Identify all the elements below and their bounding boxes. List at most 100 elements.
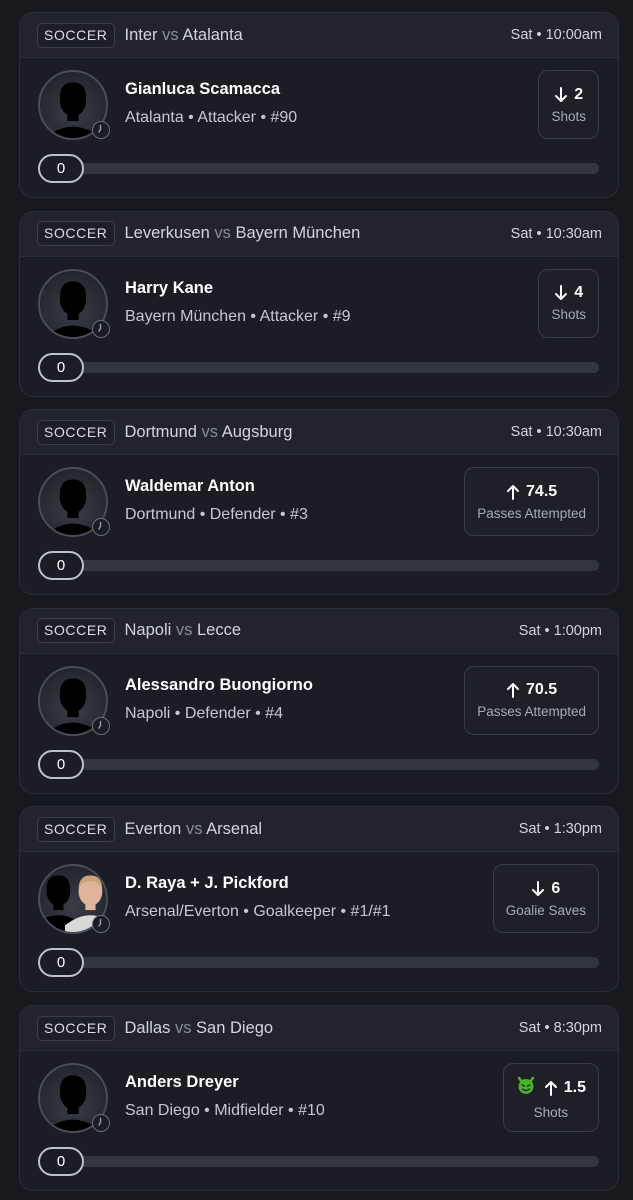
stat-type: Shots [533, 1105, 569, 1120]
progress-value: 0 [38, 154, 84, 183]
stat-line: 74.5 [506, 483, 557, 501]
arrow-up-icon [507, 484, 520, 500]
vs-label: vs [185, 819, 203, 838]
stat-value: 6 [551, 879, 561, 897]
stat-value: 2 [574, 85, 584, 103]
pick-card[interactable]: SOCCER Dallas vs San Diego Sat • 8:30pm … [19, 1005, 619, 1191]
matchup: Leverkusen vs Bayern München [125, 224, 361, 243]
progress-track [78, 361, 599, 373]
home-team: Napoli [124, 621, 172, 640]
matchup: Dortmund vs Augsburg [125, 423, 293, 442]
card-header: SOCCER Dallas vs San Diego Sat • 8:30pm [20, 1006, 618, 1051]
stat-type: Goalie Saves [505, 902, 586, 918]
home-team: Leverkusen [124, 224, 210, 243]
away-team: Lecce [196, 621, 241, 640]
home-team: Everton [124, 819, 182, 838]
stat-line-box[interactable]: 2 Shots [538, 70, 599, 139]
matchup: Inter vs Atalanta [125, 26, 243, 45]
matchup: Napoli vs Lecce [125, 621, 242, 640]
card-header: SOCCER Napoli vs Lecce Sat • 1:00pm [20, 608, 618, 654]
pick-card[interactable]: SOCCER Inter vs Atalanta Sat • 10:00am G… [19, 12, 619, 198]
clock-icon [92, 319, 110, 338]
stat-line-box[interactable]: 6 Goalie Saves [492, 864, 599, 934]
player-meta: Bayern München • Attacker • #9 [125, 307, 351, 325]
progress-track [78, 957, 599, 969]
vs-label: vs [175, 621, 193, 640]
home-team: Dallas [124, 1018, 171, 1037]
player-name: D. Raya + J. Pickford [125, 874, 289, 893]
player-meta: Dortmund • Defender • #3 [125, 506, 308, 524]
progress-value: 0 [38, 948, 84, 978]
progress-row: 0 [38, 948, 599, 978]
progress-row: 0 [38, 352, 599, 383]
pick-card[interactable]: SOCCER Leverkusen vs Bayern München Sat … [19, 210, 619, 397]
arrow-up-icon [507, 683, 520, 699]
stat-line-box[interactable]: 74.5 Passes Attempted [464, 467, 599, 537]
stat-line-box[interactable]: 4 Shots [538, 268, 599, 338]
game-time: Sat • 1:00pm [518, 622, 602, 639]
card-body: Waldemar Anton Dortmund • Defender • #3 … [20, 455, 618, 594]
stat-line: 1.5 [516, 1075, 586, 1100]
card-body: Harry Kane Bayern München • Attacker • #… [20, 257, 618, 396]
player-meta: Arsenal/Everton • Goalkeeper • #1/#1 [125, 903, 391, 921]
progress-value: 0 [38, 749, 84, 779]
clock-icon [92, 716, 110, 735]
progress-value: 0 [38, 551, 84, 581]
stat-line-box[interactable]: 70.5 Passes Attempted [464, 665, 599, 735]
progress-value: 0 [38, 1147, 84, 1176]
sport-badge: SOCCER [37, 1015, 115, 1041]
stat-value: 70.5 [526, 681, 558, 699]
devil-icon [517, 1076, 534, 1094]
arrow-up-icon [544, 1080, 557, 1096]
clock-icon [92, 518, 110, 537]
clock-icon [92, 915, 110, 934]
away-team: Augsburg [221, 422, 293, 441]
stat-type: Shots [551, 108, 586, 124]
progress-track [78, 560, 599, 572]
arrow-down-icon [555, 86, 568, 102]
progress-row: 0 [38, 749, 599, 780]
pick-card[interactable]: SOCCER Napoli vs Lecce Sat • 1:00pm Ales… [19, 607, 619, 794]
game-time: Sat • 10:30am [510, 424, 602, 441]
pick-card[interactable]: SOCCER Dortmund vs Augsburg Sat • 10:30a… [19, 409, 619, 596]
card-header: SOCCER Everton vs Arsenal Sat • 1:30pm [20, 807, 618, 853]
away-team: Bayern München [235, 224, 361, 243]
card-body: Gianluca Scamacca Atalanta • Attacker • … [20, 58, 618, 197]
player-name: Alessandro Buongiorno [125, 675, 313, 694]
sport-badge: SOCCER [37, 221, 115, 247]
game-time: Sat • 10:00am [510, 27, 602, 43]
pick-card[interactable]: SOCCER Everton vs Arsenal Sat • 1:30pm D… [19, 806, 619, 993]
stat-line: 70.5 [506, 681, 557, 699]
vs-label: vs [162, 25, 179, 44]
progress-track [78, 758, 599, 770]
vs-label: vs [214, 224, 231, 243]
player-name: Harry Kane [125, 278, 214, 297]
devil-icon [516, 1075, 536, 1100]
home-team: Inter [124, 25, 158, 44]
away-team: Atalanta [182, 25, 243, 44]
stat-type: Shots [551, 307, 586, 323]
player-meta: Napoli • Defender • #4 [125, 704, 283, 722]
card-header: SOCCER Inter vs Atalanta Sat • 10:00am [20, 13, 618, 58]
card-body: Anders Dreyer San Diego • Midfielder • #… [20, 1051, 618, 1190]
stat-value: 1.5 [563, 1078, 586, 1096]
stat-line-box[interactable]: 1.5 Shots [502, 1063, 599, 1132]
player-meta: Atalanta • Attacker • #90 [125, 109, 298, 126]
stat-line: 4 [554, 284, 583, 302]
matchup: Dallas vs San Diego [125, 1019, 274, 1038]
progress-row: 0 [38, 154, 599, 184]
clock-icon [92, 121, 110, 139]
progress-row: 0 [38, 1147, 599, 1177]
clock-icon [92, 1114, 110, 1132]
stat-type: Passes Attempted [477, 505, 586, 521]
stat-value: 4 [574, 284, 584, 302]
arrow-down-icon [532, 880, 545, 896]
matchup: Everton vs Arsenal [125, 820, 263, 839]
away-team: San Diego [196, 1018, 274, 1037]
picks-list: SOCCER Inter vs Atalanta Sat • 10:00am G… [0, 0, 633, 1200]
stat-value: 74.5 [526, 482, 558, 500]
player-name: Gianluca Scamacca [125, 80, 281, 98]
away-team: Arsenal [206, 819, 263, 838]
stat-line: 6 [531, 880, 560, 898]
progress-value: 0 [38, 352, 84, 382]
